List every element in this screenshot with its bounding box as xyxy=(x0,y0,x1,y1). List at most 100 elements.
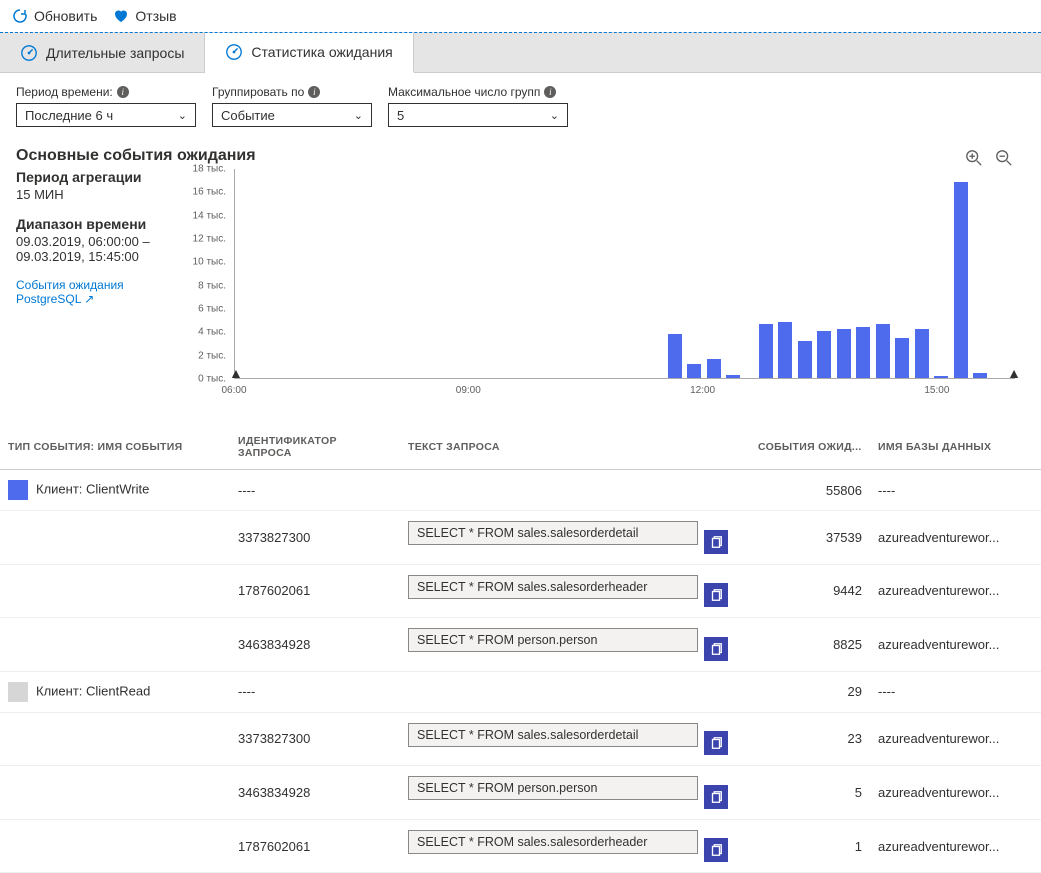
query-text-box[interactable]: SELECT * FROM sales.salesorderheader xyxy=(408,575,698,599)
db-name-cell: ---- xyxy=(870,470,1041,511)
table-row[interactable]: 3373827300 SELECT * FROM sales.salesorde… xyxy=(0,712,1041,766)
table-row[interactable]: 1787602061 SELECT * FROM sales.salesorde… xyxy=(0,819,1041,873)
chart-bar[interactable] xyxy=(817,331,831,378)
copy-button[interactable] xyxy=(704,731,728,755)
table-row[interactable]: 3463834928 SELECT * FROM person.person 5… xyxy=(0,766,1041,820)
db-name-cell: azureadventurewor... xyxy=(870,564,1041,618)
chart-bar[interactable] xyxy=(895,338,909,378)
tab-wait-stats[interactable]: Статистика ожидания xyxy=(205,33,413,73)
y-tick-label: 2 тыс. xyxy=(198,350,226,361)
chart-bar[interactable] xyxy=(954,182,968,378)
chart-bar[interactable] xyxy=(973,373,987,378)
copy-button[interactable] xyxy=(704,637,728,661)
query-text-box[interactable]: SELECT * FROM sales.salesorderdetail xyxy=(408,521,698,545)
db-name-cell: azureadventurewor... xyxy=(870,766,1041,820)
query-text-box[interactable]: SELECT * FROM sales.salesorderheader xyxy=(408,830,698,854)
max-groups-select[interactable]: 5⌄ xyxy=(388,103,568,127)
info-icon[interactable]: i xyxy=(308,86,320,98)
copy-button[interactable] xyxy=(704,583,728,607)
table-row[interactable]: 3463834928 SELECT * FROM person.person 8… xyxy=(0,618,1041,672)
chart-bar[interactable] xyxy=(798,341,812,378)
chart-bar[interactable] xyxy=(915,329,929,378)
y-tick-label: 12 тыс. xyxy=(193,234,226,245)
query-text-box[interactable]: SELECT * FROM person.person xyxy=(408,776,698,800)
max-groups-value: 5 xyxy=(397,108,404,123)
time-range-value: 09.03.2019, 06:00:00 – 09.03.2019, 15:45… xyxy=(16,234,176,264)
events-count-cell: 5 xyxy=(750,766,870,820)
th-event-type[interactable]: ТИП СОБЫТИЯ: ИМЯ СОБЫТИЯ xyxy=(0,425,230,470)
events-count-cell: 1 xyxy=(750,819,870,873)
table-row[interactable]: 3373827300 SELECT * FROM sales.salesorde… xyxy=(0,511,1041,565)
filters: Период времени: i Последние 6 ч⌄ Группир… xyxy=(0,73,1041,139)
group-select[interactable]: Событие ⌄ xyxy=(212,103,372,127)
toolbar: Обновить Отзыв xyxy=(0,0,1041,32)
events-count-cell: 9442 xyxy=(750,564,870,618)
db-name-cell: azureadventurewor... xyxy=(870,712,1041,766)
time-range-label: Диапазон времени xyxy=(16,216,176,232)
info-icon[interactable]: i xyxy=(544,86,556,98)
feedback-button[interactable]: Отзыв xyxy=(113,8,176,24)
copy-icon xyxy=(709,642,723,656)
copy-button[interactable] xyxy=(704,785,728,809)
copy-button[interactable] xyxy=(704,530,728,554)
chart-bar[interactable] xyxy=(707,359,721,378)
zoom-in-button[interactable] xyxy=(965,149,983,170)
copy-button[interactable] xyxy=(704,838,728,862)
gauge-icon xyxy=(20,44,38,62)
y-tick-label: 10 тыс. xyxy=(193,257,226,268)
query-id-cell: 3373827300 xyxy=(230,712,400,766)
x-tick-label: 12:00 xyxy=(690,385,715,396)
query-id-cell: 3373827300 xyxy=(230,511,400,565)
y-tick-label: 0 тыс. xyxy=(198,374,226,385)
tab-long-queries-label: Длительные запросы xyxy=(46,45,184,61)
chart-bar[interactable] xyxy=(934,376,948,378)
chart-bar[interactable] xyxy=(778,322,792,378)
gauge-icon xyxy=(225,43,243,61)
table-row[interactable]: 1787602061 SELECT * FROM sales.salesorde… xyxy=(0,564,1041,618)
copy-icon xyxy=(709,843,723,857)
period-select[interactable]: Последние 6 ч⌄ xyxy=(16,103,196,127)
zoom-out-button[interactable] xyxy=(995,149,1013,170)
range-handle-left[interactable]: ▲ xyxy=(229,365,243,381)
db-name-cell: azureadventurewor... xyxy=(870,819,1041,873)
x-tick-label: 09:00 xyxy=(456,385,481,396)
tab-wait-stats-label: Статистика ожидания xyxy=(251,44,392,60)
wait-events-chart[interactable]: 0 тыс.2 тыс.4 тыс.6 тыс.8 тыс.10 тыс.12 … xyxy=(192,169,1025,399)
db-name-cell: azureadventurewor... xyxy=(870,511,1041,565)
chevron-down-icon: ⌄ xyxy=(354,109,363,122)
refresh-button[interactable]: Обновить xyxy=(12,8,97,24)
query-id-cell: 1787602061 xyxy=(230,819,400,873)
y-tick-label: 14 тыс. xyxy=(193,210,226,221)
th-query-id[interactable]: ИДЕНТИФИКАТОР ЗАПРОСА xyxy=(230,425,400,470)
copy-icon xyxy=(709,736,723,750)
range-handle-right[interactable]: ▲ xyxy=(1007,365,1021,381)
tab-long-queries[interactable]: Длительные запросы xyxy=(0,33,205,72)
info-icon[interactable]: i xyxy=(117,86,129,98)
sidebar: Период агрегации 15 МИН Диапазон времени… xyxy=(16,169,176,399)
chart-bar[interactable] xyxy=(726,375,740,379)
events-count-cell: 23 xyxy=(750,712,870,766)
chart-bar[interactable] xyxy=(668,334,682,378)
chart-bar[interactable] xyxy=(759,324,773,378)
chart-bar[interactable] xyxy=(856,327,870,378)
postgresql-wait-events-link[interactable]: События ожидания PostgreSQL ↗ xyxy=(16,278,176,306)
th-wait-events[interactable]: СОБЫТИЯ ОЖИД... xyxy=(750,425,870,470)
chart-bar[interactable] xyxy=(687,364,701,378)
group-value: Событие xyxy=(221,108,275,123)
query-id-cell: ---- xyxy=(230,470,400,511)
y-tick-label: 6 тыс. xyxy=(198,304,226,315)
heart-icon xyxy=(113,8,129,24)
table-group-row[interactable]: Клиент: ClientWrite ---- 55806 ---- xyxy=(0,470,1041,511)
chart-bar[interactable] xyxy=(837,329,851,378)
query-text-box[interactable]: SELECT * FROM person.person xyxy=(408,628,698,652)
zoom-in-icon xyxy=(965,149,983,167)
query-text-box[interactable]: SELECT * FROM sales.salesorderdetail xyxy=(408,723,698,747)
query-id-cell: 3463834928 xyxy=(230,766,400,820)
th-db-name[interactable]: ИМЯ БАЗЫ ДАННЫХ xyxy=(870,425,1041,470)
filter-period: Период времени: i Последние 6 ч⌄ xyxy=(16,85,196,127)
y-tick-label: 18 тыс. xyxy=(193,164,226,175)
chart-bar[interactable] xyxy=(876,324,890,378)
refresh-icon xyxy=(12,8,28,24)
th-query-text[interactable]: ТЕКСТ ЗАПРОСА xyxy=(400,425,750,470)
table-group-row[interactable]: Клиент: ClientRead ---- 29 ---- xyxy=(0,671,1041,712)
